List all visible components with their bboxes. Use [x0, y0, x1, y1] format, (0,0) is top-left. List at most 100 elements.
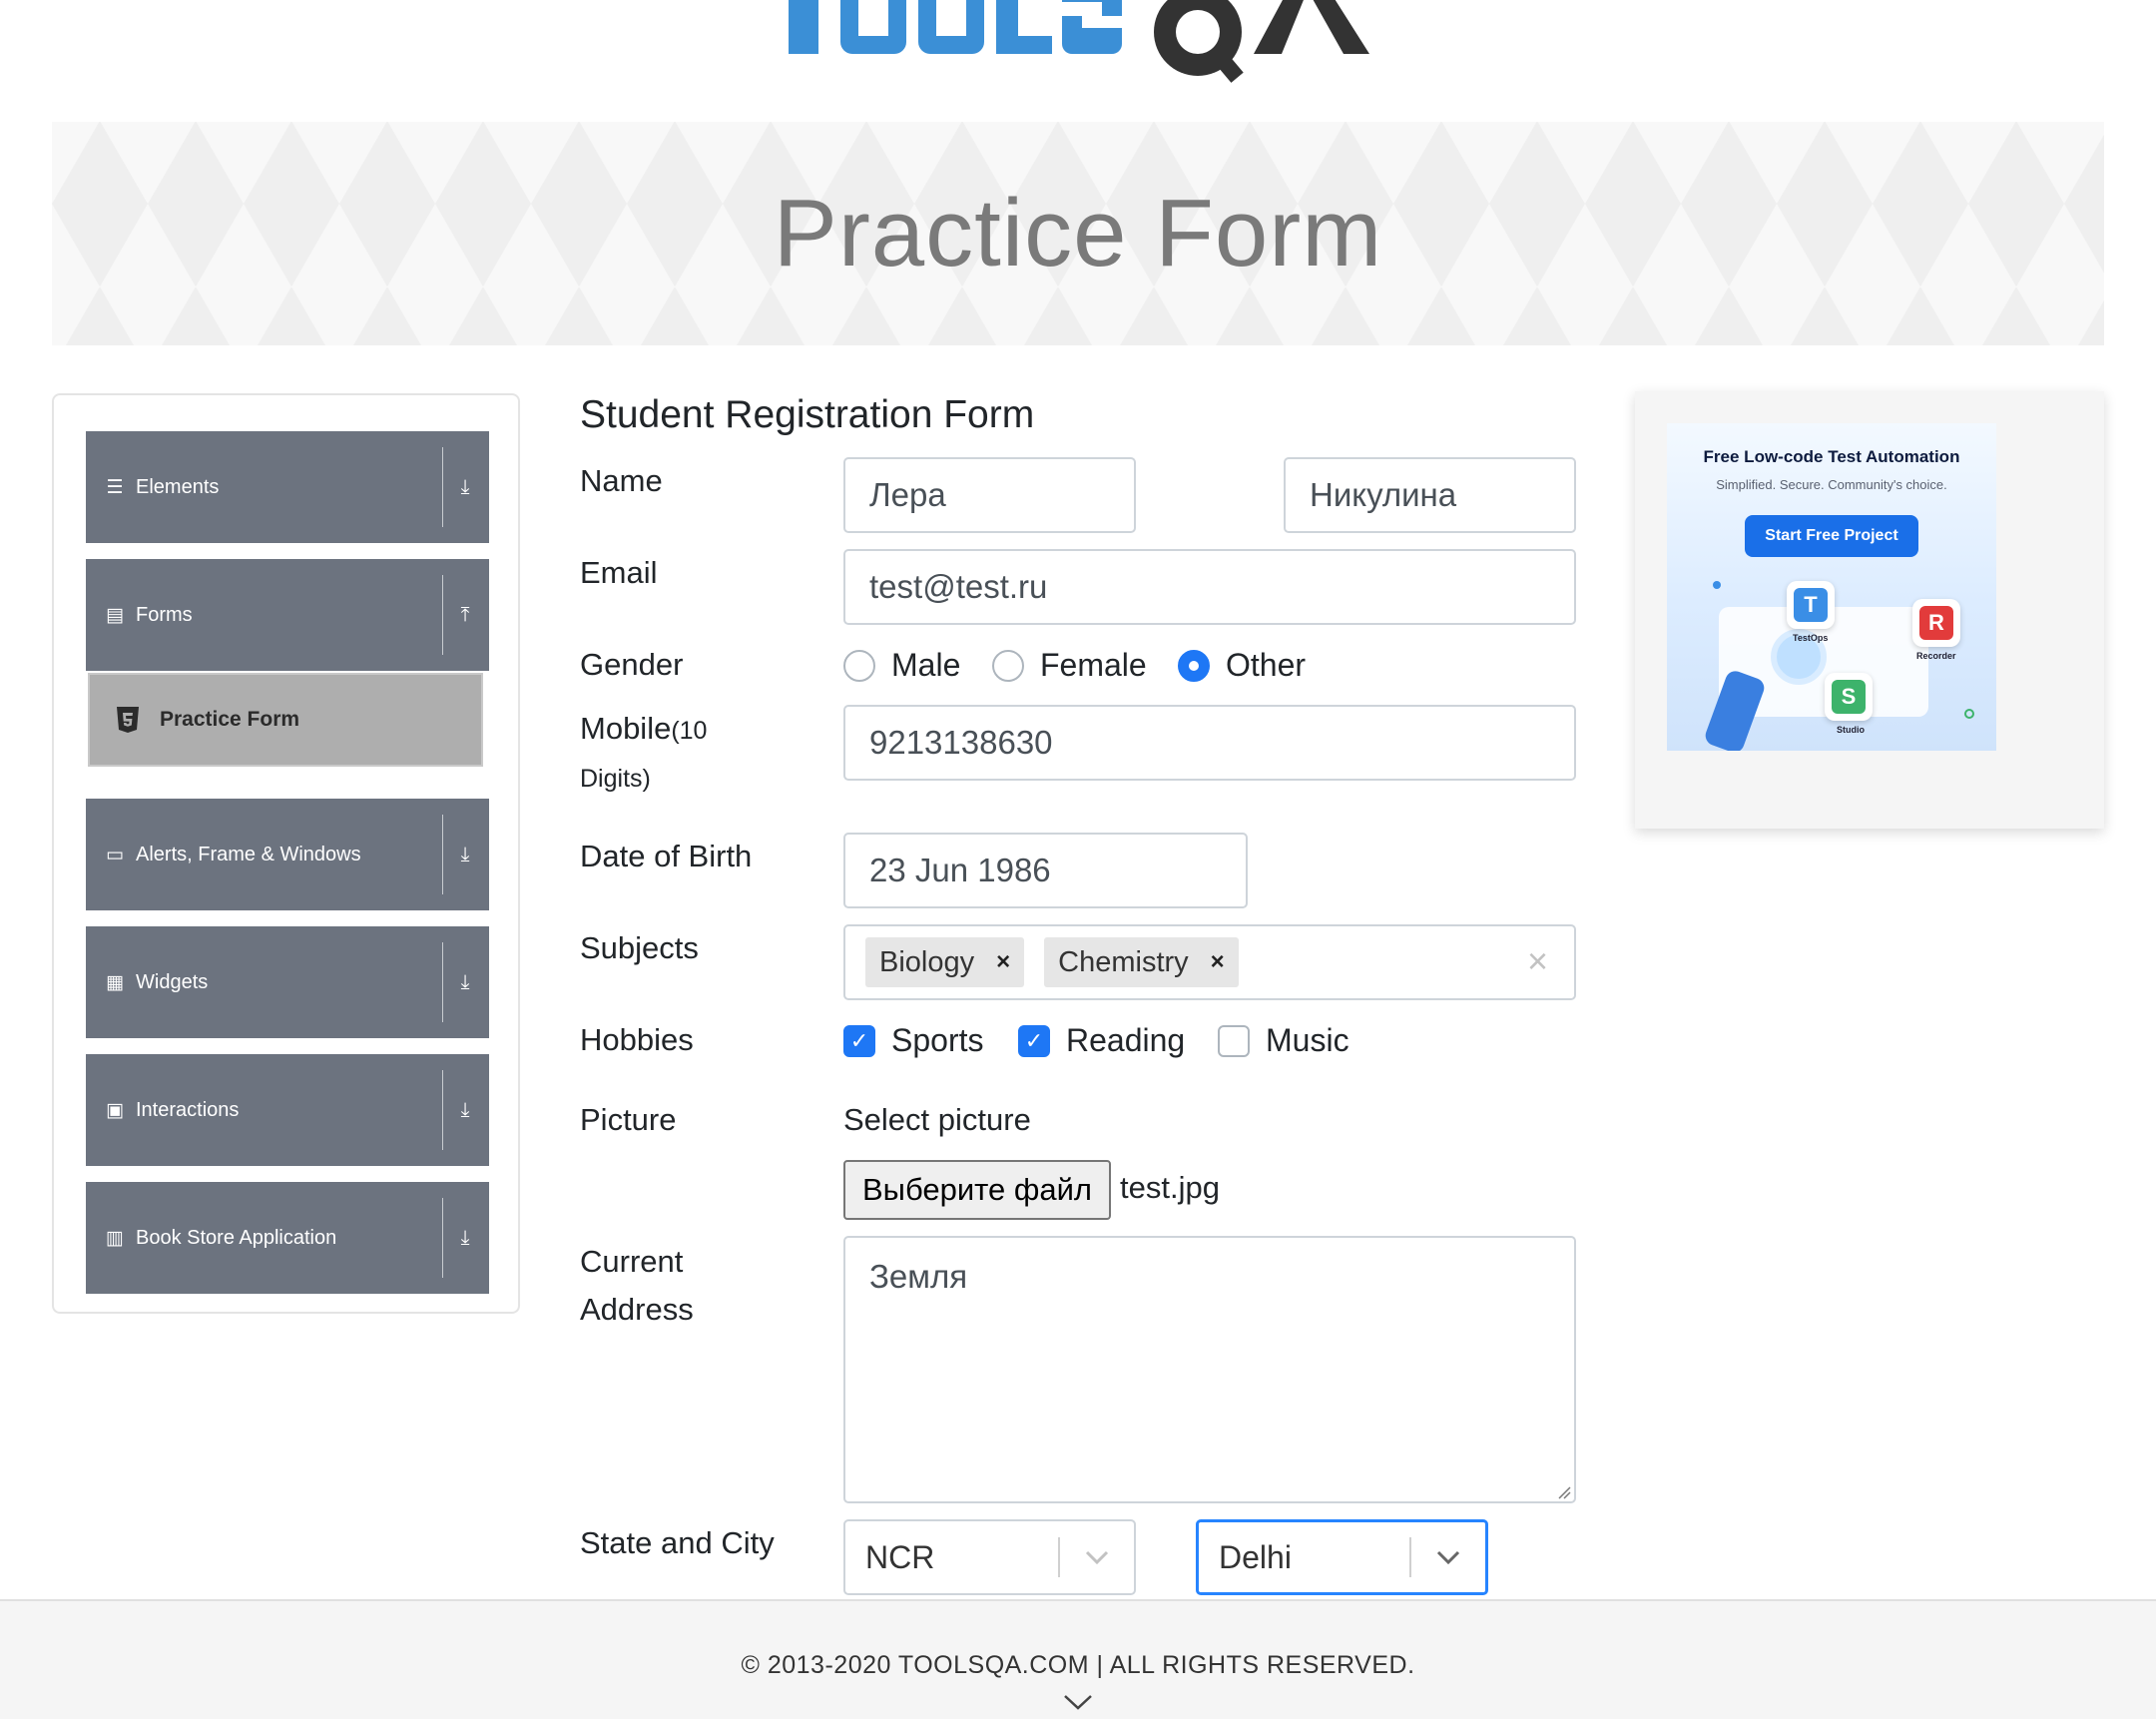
window-icon: ▭	[106, 844, 124, 865]
expand-arrow-icon[interactable]: ⤓	[455, 1054, 475, 1166]
chip-remove-icon[interactable]: ×	[996, 948, 1010, 976]
divider	[442, 1198, 443, 1278]
mobile-hint: (10	[671, 717, 708, 745]
hobby-checkbox-sports[interactable]: ✓ Sports	[843, 1022, 983, 1059]
radio-circle[interactable]	[843, 649, 875, 682]
mobile-label: Mobile(10	[580, 711, 707, 747]
sidebar-group-interactions[interactable]: ▣ Interactions ⤓	[86, 1054, 489, 1166]
ad-banner-container: Free Low-code Test Automation Simplified…	[1635, 391, 2104, 829]
books-icon: ▥	[106, 1227, 124, 1249]
current-address-textarea[interactable]: Земля	[843, 1236, 1576, 1503]
sidebar-group-label: Forms	[136, 603, 193, 626]
sidebar-item-label: Practice Form	[160, 708, 300, 731]
form-doc-icon: ▤	[106, 604, 124, 626]
radio-label: Female	[1040, 647, 1147, 683]
ad-banner[interactable]: Free Low-code Test Automation Simplified…	[1667, 423, 1996, 751]
resize-handle-icon[interactable]	[1557, 1485, 1571, 1499]
recorder-icon: R	[1912, 599, 1960, 647]
footer-copyright: © 2013-2020 TOOLSQA.COM | ALL RIGHTS RES…	[741, 1651, 1415, 1679]
hobbies-label: Hobbies	[580, 1022, 694, 1057]
radio-circle[interactable]	[992, 649, 1024, 682]
state-value: NCR	[865, 1538, 935, 1575]
chip-remove-icon[interactable]: ×	[1211, 948, 1225, 976]
checkbox-unchecked[interactable]	[1218, 1024, 1250, 1057]
chevron-down-icon[interactable]	[1062, 1693, 1094, 1711]
sidebar-group-label: Book Store Application	[136, 1226, 337, 1249]
sidebar-group-elements[interactable]: ☰ Elements ⤓	[86, 431, 489, 543]
checkbox-checked[interactable]: ✓	[1018, 1024, 1050, 1057]
subjects-input[interactable]: Biology × Chemistry × ×	[843, 924, 1576, 1000]
radio-label: Other	[1226, 647, 1307, 683]
dob-label: Date of Birth	[580, 839, 753, 873]
address-label: Current	[580, 1244, 684, 1279]
state-city-label: State and City	[580, 1525, 775, 1560]
date-of-birth-input[interactable]: 23 Jun 1986	[843, 833, 1248, 908]
gender-radio-male[interactable]: Male	[843, 647, 960, 684]
chevron-down-icon[interactable]	[1411, 1550, 1485, 1564]
subjects-label: Subjects	[580, 930, 699, 965]
chevron-down-icon[interactable]	[1060, 1550, 1134, 1564]
address-label-line2: Address	[580, 1292, 694, 1327]
toolsqa-wordmark	[789, 0, 1369, 83]
subject-chip-chemistry: Chemistry ×	[1044, 937, 1239, 987]
gender-radio-other[interactable]: Other	[1178, 647, 1306, 684]
toolsqa-logo[interactable]	[779, 0, 1417, 102]
page-title: Practice Form	[773, 180, 1383, 286]
mobile-input[interactable]: 9213138630	[843, 705, 1576, 781]
expand-arrow-icon[interactable]: ⤓	[455, 1182, 475, 1294]
chosen-file-name: test.jpg	[1120, 1170, 1220, 1205]
email-input[interactable]: test@test.ru	[843, 549, 1576, 625]
checkbox-label: Reading	[1066, 1022, 1186, 1058]
sidebar-item-practice-form[interactable]: Practice Form	[88, 673, 483, 767]
first-name-input[interactable]: Лера	[843, 457, 1136, 533]
sidebar-group-label: Alerts, Frame & Windows	[136, 843, 361, 865]
divider	[442, 1070, 443, 1150]
name-label: Name	[580, 463, 663, 498]
city-select[interactable]: Delhi	[1196, 1519, 1488, 1595]
radio-circle-selected[interactable]	[1178, 649, 1210, 682]
start-free-project-button[interactable]: Start Free Project	[1745, 515, 1918, 557]
sidebar-group-label: Interactions	[136, 1098, 240, 1121]
choose-file-button[interactable]: Выберите файл	[843, 1160, 1111, 1220]
clear-all-icon[interactable]: ×	[1527, 940, 1548, 982]
picture-label: Picture	[580, 1102, 677, 1137]
sidebar-group-label: Elements	[136, 475, 220, 498]
page-banner: Practice Form	[52, 122, 2104, 345]
sidebar-group-widgets[interactable]: ▦ Widgets ⤓	[86, 926, 489, 1038]
mobile-label-text: Mobile	[580, 711, 672, 746]
testops-caption: TestOps	[1793, 633, 1829, 643]
expand-arrow-icon[interactable]: ⤓	[455, 926, 475, 1038]
mobile-hint-digits: Digits)	[580, 765, 651, 793]
hobby-checkbox-reading[interactable]: ✓ Reading	[1018, 1022, 1185, 1059]
sidebar-group-alerts[interactable]: ▭ Alerts, Frame & Windows ⤓	[86, 799, 489, 910]
hobby-checkbox-music[interactable]: Music	[1218, 1022, 1349, 1059]
collapse-arrow-icon[interactable]: ⤒	[455, 559, 475, 671]
chip-label: Biology	[879, 945, 975, 978]
interactions-icon: ▣	[106, 1099, 124, 1121]
state-select[interactable]: NCR	[843, 1519, 1136, 1595]
chip-label: Chemistry	[1058, 945, 1189, 978]
expand-arrow-icon[interactable]: ⤓	[455, 799, 475, 910]
checkbox-label: Music	[1266, 1022, 1349, 1058]
testops-icon: T	[1787, 581, 1835, 629]
divider	[442, 942, 443, 1022]
expand-arrow-icon[interactable]: ⤓	[455, 431, 475, 543]
html5-shield-icon	[117, 707, 139, 733]
hamburger-icon: ☰	[106, 476, 124, 498]
last-name-input[interactable]: Никулина	[1284, 457, 1576, 533]
form-title: Student Registration Form	[580, 393, 1035, 436]
decor-dot	[1713, 581, 1721, 589]
sidebar-group-book-store[interactable]: ▥ Book Store Application ⤓	[86, 1182, 489, 1294]
divider	[442, 447, 443, 527]
sidebar-group-label: Widgets	[136, 970, 209, 993]
ad-subtitle: Simplified. Secure. Community's choice.	[1716, 477, 1947, 492]
gender-radio-female[interactable]: Female	[992, 647, 1147, 684]
email-label: Email	[580, 555, 658, 590]
subject-chip-biology: Biology ×	[865, 937, 1025, 987]
gender-label: Gender	[580, 647, 684, 682]
left-sidebar: ☰ Elements ⤓ ▤ Forms ⤒ Practice Form ▭ A…	[52, 393, 520, 1314]
checkbox-label: Sports	[891, 1022, 984, 1058]
sidebar-group-forms[interactable]: ▤ Forms ⤒	[86, 559, 489, 671]
checkbox-checked[interactable]: ✓	[843, 1024, 875, 1057]
divider	[442, 575, 443, 655]
